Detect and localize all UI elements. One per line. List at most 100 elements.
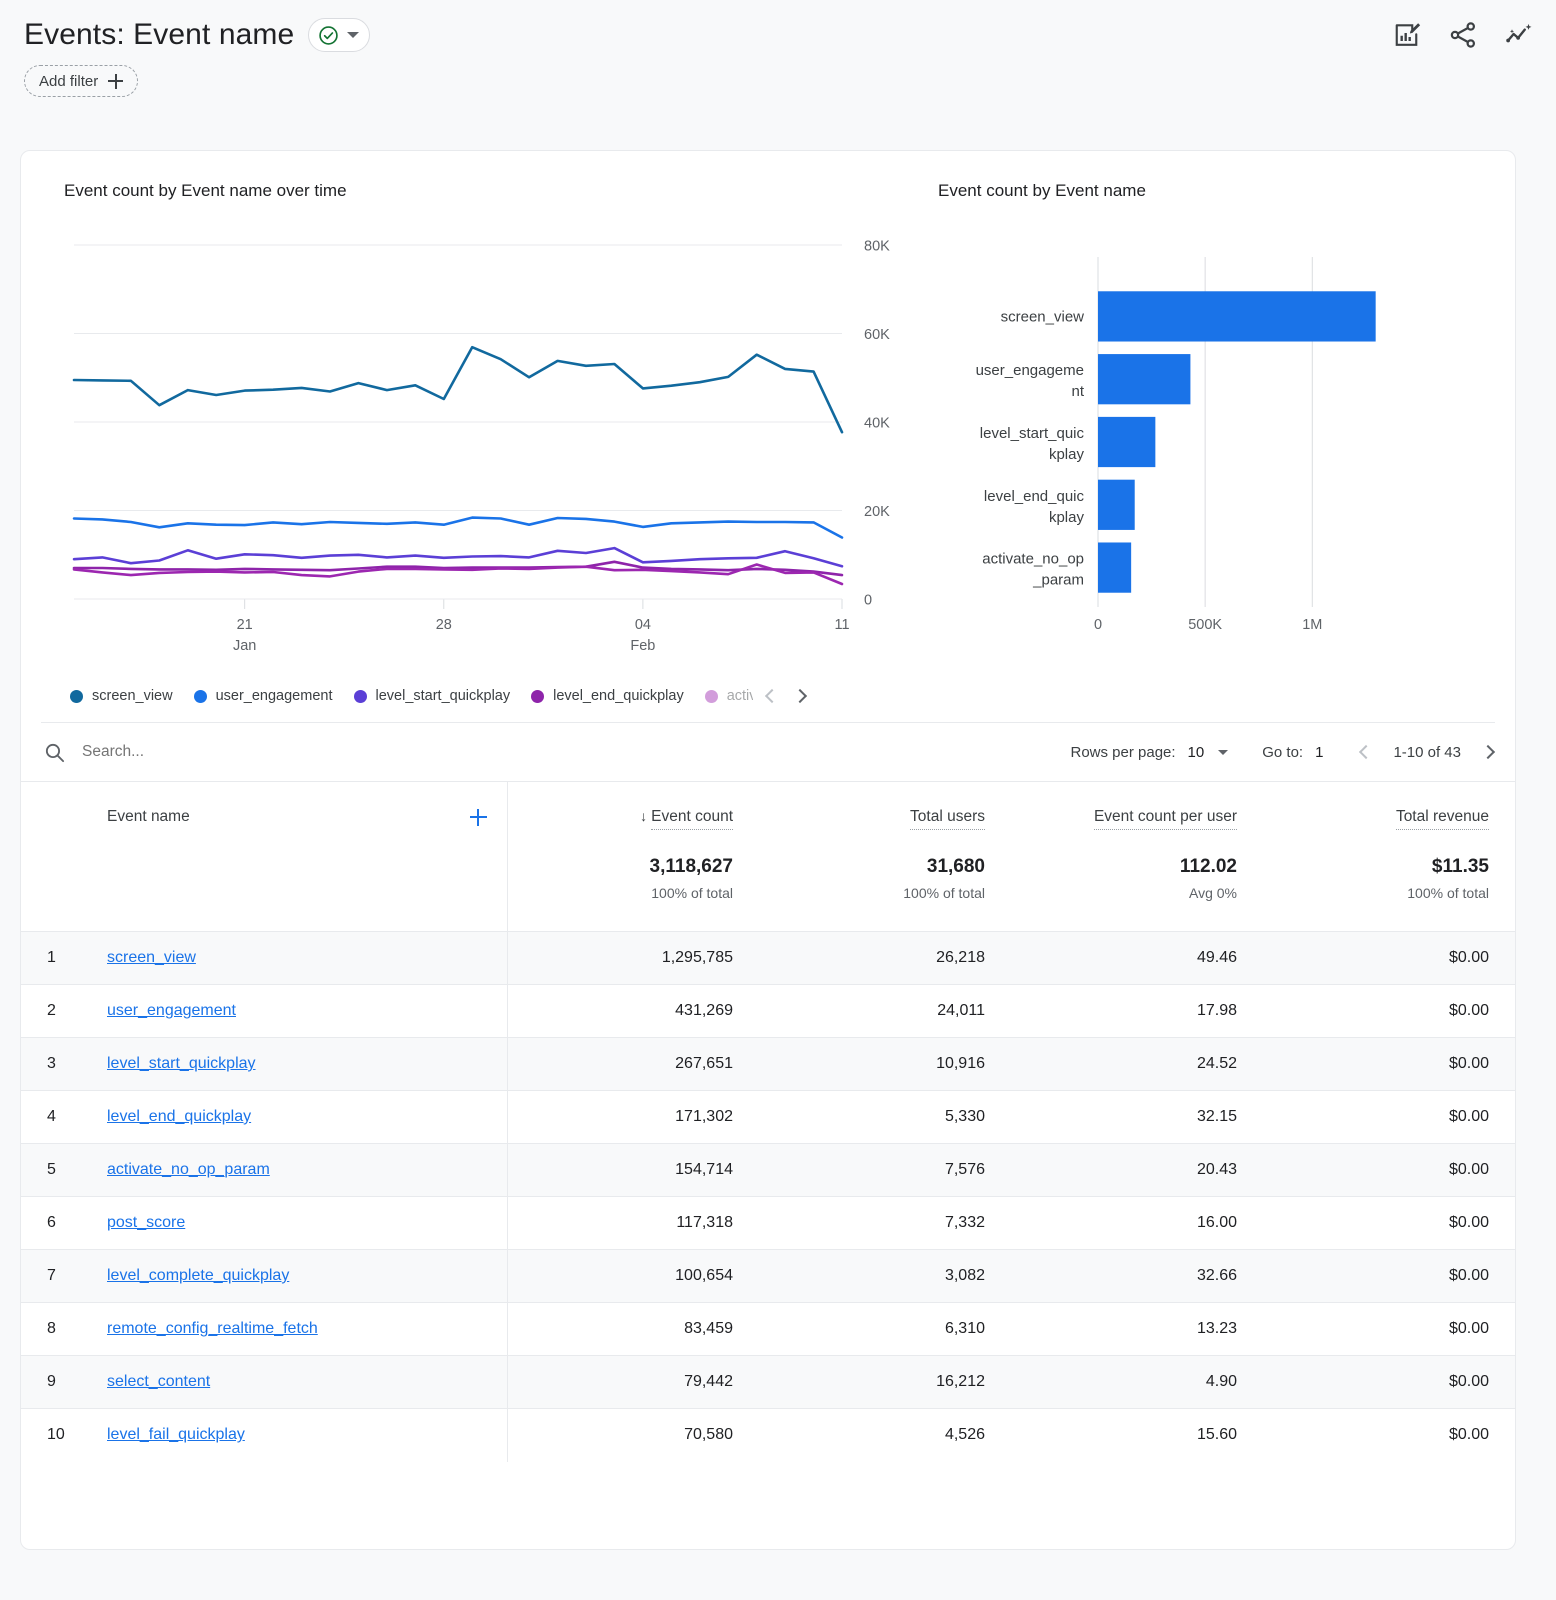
pagination: 1-10 of 43 — [1361, 744, 1493, 761]
go-to-value: 1 — [1315, 744, 1323, 761]
metric-header-label: Event count — [651, 808, 733, 830]
row-total-users: 24,011 — [759, 985, 1011, 1038]
table-row[interactable]: 10level_fail_quickplay70,5804,52615.60$0… — [21, 1409, 1515, 1462]
y-axis-tick-label: 20K — [864, 504, 890, 520]
table-row[interactable]: 8remote_config_realtime_fetch83,4596,310… — [21, 1303, 1515, 1356]
totals-row: 3,118,627 100% of total 31,680 100% of t… — [21, 830, 1515, 932]
x-axis-tick-label: 0 — [1094, 617, 1102, 633]
legend-item-0[interactable]: screen_view — [70, 688, 173, 704]
bar-screen_view[interactable] — [1098, 291, 1376, 341]
arrow-down-icon: ↓ — [640, 808, 647, 824]
rows-per-page-control[interactable]: Rows per page: 10 — [1070, 744, 1228, 761]
total-value: 3,118,627 — [508, 856, 734, 878]
event-name-link[interactable]: activate_no_op_param — [107, 1161, 270, 1178]
row-total-revenue: $0.00 — [1263, 1144, 1515, 1197]
event-name-link[interactable]: user_engagement — [107, 1002, 236, 1019]
legend-label: level_start_quickplay — [376, 688, 511, 704]
chevron-right-icon[interactable] — [793, 689, 807, 703]
legend-item-3[interactable]: level_end_quickplay — [531, 688, 684, 704]
row-event-count: 79,442 — [507, 1356, 759, 1409]
bar-category-label: level_start_quic — [980, 425, 1085, 442]
x-axis-tick-label: 11 — [834, 617, 849, 633]
bar-chart-title: Event count by Event name — [938, 181, 1515, 201]
total-subtext: 100% of total — [759, 885, 985, 901]
event-name-link[interactable]: select_content — [107, 1373, 210, 1390]
bar-level_end_quickplay[interactable] — [1098, 480, 1135, 530]
row-event-count-per-user: 4.90 — [1011, 1356, 1263, 1409]
y-axis-tick-label: 40K — [864, 416, 890, 432]
share-icon[interactable] — [1448, 20, 1478, 50]
add-filter-button[interactable]: Add filter — [24, 65, 138, 97]
search-input[interactable] — [82, 743, 342, 761]
row-index: 1 — [21, 932, 107, 985]
event-name-link[interactable]: level_start_quickplay — [107, 1055, 256, 1072]
bar-category-label: user_engageme — [976, 362, 1084, 379]
bar-chart-svg: 0500K1Mscreen_viewuser_engagementlevel_s… — [938, 227, 1418, 657]
edit-chart-icon[interactable] — [1392, 20, 1422, 50]
row-total-users: 10,916 — [759, 1038, 1011, 1091]
event-name-link[interactable]: post_score — [107, 1214, 185, 1231]
bar-level_start_quickplay[interactable] — [1098, 417, 1155, 467]
metric-header-total-revenue[interactable]: Total revenue — [1263, 782, 1515, 831]
row-event-count: 267,651 — [507, 1038, 759, 1091]
search-icon — [43, 741, 66, 764]
total-event-count: 3,118,627 100% of total — [507, 830, 759, 932]
insights-icon[interactable] — [1504, 20, 1534, 50]
plus-icon — [108, 74, 123, 89]
go-to-label: Go to: — [1262, 744, 1303, 761]
add-dimension-icon[interactable] — [470, 809, 487, 826]
search-box[interactable] — [43, 741, 1036, 764]
bar-activate_no_op_param[interactable] — [1098, 542, 1131, 592]
legend-item-4[interactable]: activ — [705, 688, 753, 704]
bar-user_engagement[interactable] — [1098, 354, 1190, 404]
bar-category-label: _param — [1032, 572, 1084, 589]
event-name-link[interactable]: level_fail_quickplay — [107, 1426, 245, 1443]
rows-per-page-label: Rows per page: — [1070, 744, 1175, 761]
legend-swatch — [705, 690, 718, 703]
line-chart-svg: 020K40K60K80K21Jan2804Feb11 — [64, 227, 892, 657]
event-name-link[interactable]: screen_view — [107, 949, 196, 966]
row-index: 9 — [21, 1356, 107, 1409]
title-row: Events: Event name — [24, 18, 1532, 52]
table-row[interactable]: 3level_start_quickplay267,65110,91624.52… — [21, 1038, 1515, 1091]
row-total-users: 5,330 — [759, 1091, 1011, 1144]
legend-item-2[interactable]: level_start_quickplay — [354, 688, 511, 704]
chevron-left-icon[interactable] — [765, 689, 779, 703]
filter-row: Add filter — [24, 65, 1532, 97]
table-row[interactable]: 6post_score117,3187,33216.00$0.00 — [21, 1197, 1515, 1250]
row-index: 7 — [21, 1250, 107, 1303]
table-row[interactable]: 9select_content79,44216,2124.90$0.00 — [21, 1356, 1515, 1409]
status-dropdown[interactable] — [308, 18, 370, 52]
event-name-link[interactable]: level_end_quickplay — [107, 1108, 251, 1125]
next-page-button[interactable] — [1481, 745, 1495, 759]
table-row[interactable]: 2user_engagement431,26924,01117.98$0.00 — [21, 985, 1515, 1038]
line-chart[interactable]: 020K40K60K80K21Jan2804Feb11 — [64, 227, 892, 682]
legend-item-1[interactable]: user_engagement — [194, 688, 333, 704]
row-event-name: level_start_quickplay — [107, 1038, 507, 1091]
event-name-link[interactable]: level_complete_quickplay — [107, 1267, 289, 1284]
row-event-name: level_complete_quickplay — [107, 1250, 507, 1303]
event-name-link[interactable]: remote_config_realtime_fetch — [107, 1320, 318, 1337]
row-total-users: 26,218 — [759, 932, 1011, 985]
x-axis-tick-label: 21 — [237, 617, 253, 633]
row-total-users: 4,526 — [759, 1409, 1011, 1462]
previous-page-button[interactable] — [1359, 745, 1373, 759]
table-row[interactable]: 5activate_no_op_param154,7147,57620.43$0… — [21, 1144, 1515, 1197]
go-to-control[interactable]: Go to: 1 — [1262, 744, 1323, 761]
row-event-name: level_fail_quickplay — [107, 1409, 507, 1462]
row-total-revenue: $0.00 — [1263, 1038, 1515, 1091]
metric-header-event-count-per-user[interactable]: Event count per user — [1011, 782, 1263, 831]
table-row[interactable]: 4level_end_quickplay171,3025,33032.15$0.… — [21, 1091, 1515, 1144]
metric-header-event-count[interactable]: ↓Event count — [507, 782, 759, 831]
table-row[interactable]: 1screen_view1,295,78526,21849.46$0.00 — [21, 932, 1515, 985]
row-index: 3 — [21, 1038, 107, 1091]
line-chart-title: Event count by Event name over time — [64, 181, 921, 201]
bar-chart[interactable]: 0500K1Mscreen_viewuser_engagementlevel_s… — [938, 227, 1418, 682]
x-axis-tick-label: 1M — [1302, 617, 1322, 633]
charts-region: Event count by Event name over time 0 20K… — [21, 151, 1515, 704]
table-row[interactable]: 7level_complete_quickplay100,6543,08232.… — [21, 1250, 1515, 1303]
row-total-users: 7,576 — [759, 1144, 1011, 1197]
row-event-count-per-user: 20.43 — [1011, 1144, 1263, 1197]
metric-header-total-users[interactable]: Total users — [759, 782, 1011, 831]
legend-label: level_end_quickplay — [553, 688, 684, 704]
